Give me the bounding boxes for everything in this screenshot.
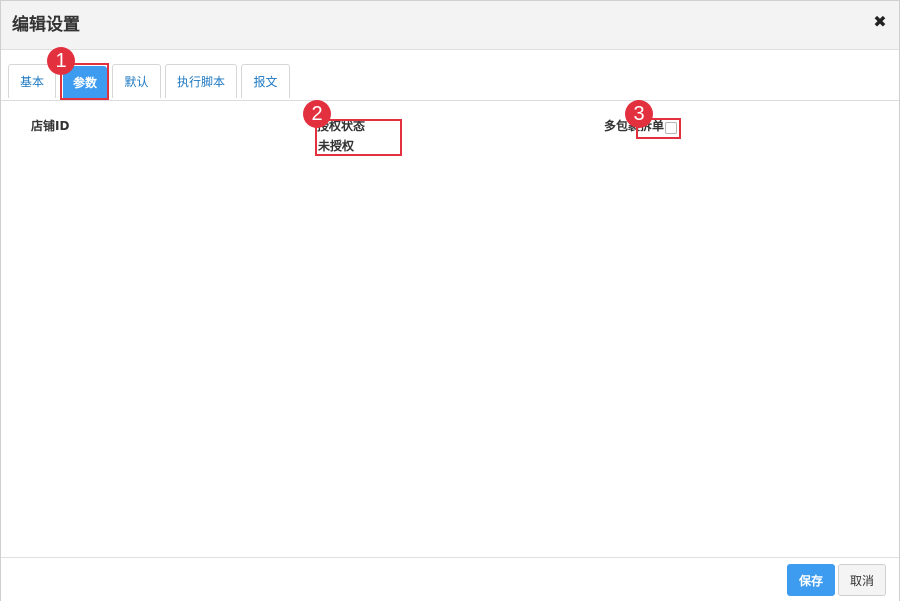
dialog-header: 编辑设置 ✖ — [1, 1, 899, 50]
auth-status-value: 未授权 — [318, 139, 355, 153]
annotation-badge-2: 2 — [303, 100, 331, 128]
annotation-badge-1: 1 — [47, 47, 75, 75]
tab-message[interactable]: 报文 — [241, 64, 290, 98]
shop-id-label: 店铺ID — [31, 119, 70, 133]
annotation-badge-3: 3 — [625, 100, 653, 128]
dialog-title: 编辑设置 — [12, 15, 80, 35]
tab-defaults[interactable]: 默认 — [112, 64, 161, 98]
edit-settings-dialog: 编辑设置 ✖ 基本 参数 默认 执行脚本 报文 店铺ID 授权状态 未授权 多包… — [0, 0, 900, 601]
dialog-footer: 保存 取消 — [1, 557, 899, 601]
cancel-button[interactable]: 取消 — [838, 564, 886, 596]
close-icon[interactable]: ✖ — [871, 13, 889, 31]
multi-package-checkbox[interactable] — [665, 122, 677, 134]
tab-bar: 基本 参数 默认 执行脚本 报文 — [1, 49, 899, 101]
save-button[interactable]: 保存 — [787, 564, 835, 596]
tab-exec-script[interactable]: 执行脚本 — [165, 64, 237, 98]
